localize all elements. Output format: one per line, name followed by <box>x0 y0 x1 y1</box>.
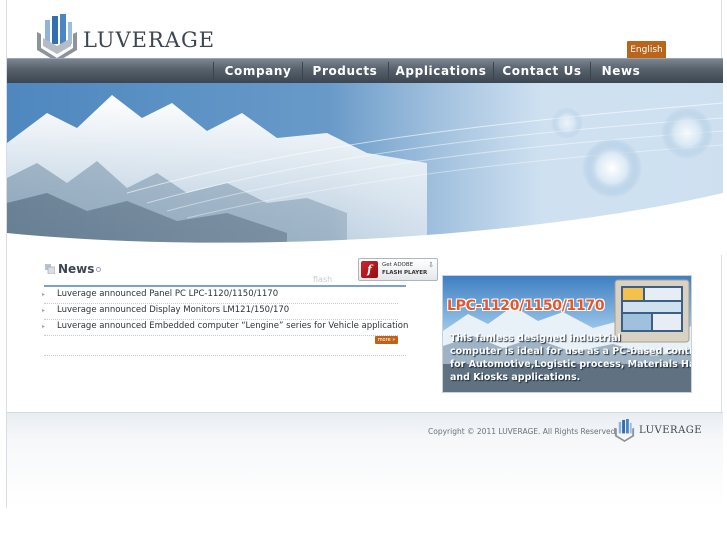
nav-item-company[interactable]: Company <box>214 59 302 83</box>
brand-name: LUVERAGE <box>83 28 216 52</box>
promo-text-line: This fanless designed industrial <box>450 333 621 344</box>
luverage-logo-icon <box>614 419 635 443</box>
hero-banner <box>7 83 723 255</box>
flash-player-icon: f <box>361 261 378 278</box>
promo-text-line: and Kiosks applications. <box>450 372 581 383</box>
news-divider <box>44 285 406 287</box>
banner-mountain-graphic <box>7 83 723 255</box>
main-nav: Company Products Applications Contact Us… <box>7 58 723 83</box>
download-arrow-icon: ⇩ <box>428 261 434 269</box>
news-list-item: ▸ Luverage announced Display Monitors LM… <box>42 304 398 320</box>
copyright-text: Copyright © 2011 LUVERAGE. All Rights Re… <box>428 427 616 436</box>
more-news-button[interactable]: more » <box>375 336 398 344</box>
nav-item-products[interactable]: Products <box>303 59 387 83</box>
luverage-logo-icon <box>37 14 77 62</box>
bullet-icon: ▸ <box>42 323 46 330</box>
bullet-icon: ▸ <box>42 307 46 314</box>
nav-item-contact-us[interactable]: Contact Us <box>494 59 590 83</box>
news-bottom-divider <box>44 355 406 356</box>
flash-badge-line1: Get ADOBE <box>382 262 414 268</box>
promo-text-line: computer is ideal for use as a PC-based … <box>450 346 692 357</box>
get-flash-player-button[interactable]: f Get ADOBE FLASH PLAYER ⇩ <box>358 258 438 281</box>
news-link[interactable]: Luverage announced Display Monitors LM12… <box>57 305 289 315</box>
news-list-item: ▸ Luverage announced Panel PC LPC-1120/1… <box>42 288 398 304</box>
product-promo-banner[interactable]: LPC-1120/1150/1170 This fanless designed… <box>442 275 692 393</box>
page-container: LUVERAGE English Company Products Applic… <box>6 0 723 508</box>
flash-placeholder-label: flash <box>313 275 333 284</box>
footer: Copyright © 2011 LUVERAGE. All Rights Re… <box>7 412 723 508</box>
news-icon <box>45 264 55 274</box>
circle-icon <box>96 267 101 272</box>
page-frame: LUVERAGE English Company Products Applic… <box>0 0 727 545</box>
brand-logo[interactable]: LUVERAGE <box>35 14 214 64</box>
language-button[interactable]: English <box>627 41 666 59</box>
footer-brand-name: LUVERAGE <box>639 425 703 436</box>
flash-badge-line2: FLASH PLAYER <box>382 270 428 276</box>
news-list-item: ▸ Luverage announced Embedded computer “… <box>42 320 408 336</box>
news-link[interactable]: Luverage announced Embedded computer “Le… <box>57 321 408 331</box>
promo-title: LPC-1120/1150/1170 <box>447 298 605 314</box>
footer-logo[interactable]: LUVERAGE <box>613 419 702 443</box>
news-link[interactable]: Luverage announced Panel PC LPC-1120/115… <box>57 289 278 299</box>
bullet-icon: ▸ <box>42 291 46 298</box>
nav-item-applications[interactable]: Applications <box>389 59 493 83</box>
promo-text-line: for Automotive,Logistic process, Materia… <box>450 359 691 370</box>
news-title: News <box>58 262 95 276</box>
nav-item-news[interactable]: News <box>591 59 651 83</box>
